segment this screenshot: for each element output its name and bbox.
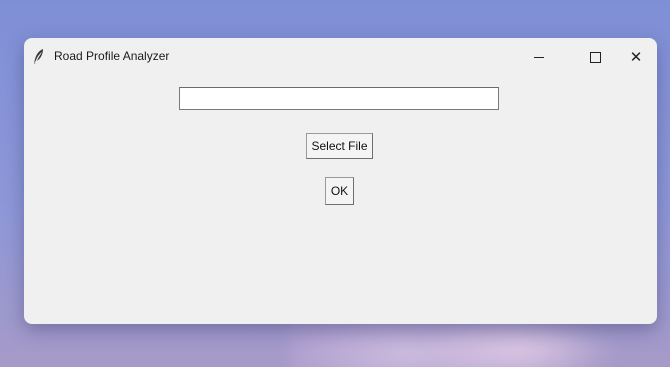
- feather-icon: [32, 48, 46, 66]
- close-icon: ✕: [629, 47, 643, 66]
- desktop-background: Road Profile Analyzer ✕ Select File OK: [0, 0, 670, 367]
- app-window: Road Profile Analyzer ✕ Select File OK: [24, 38, 657, 324]
- close-button[interactable]: ✕: [613, 38, 657, 76]
- window-title: Road Profile Analyzer: [54, 49, 170, 63]
- file-path-input[interactable]: [179, 87, 499, 110]
- select-file-button[interactable]: Select File: [306, 133, 373, 159]
- maximize-icon: [589, 51, 601, 63]
- minimize-icon: [534, 56, 544, 58]
- minimize-button[interactable]: [516, 38, 562, 76]
- ok-button[interactable]: OK: [325, 177, 354, 205]
- maximize-button[interactable]: [572, 38, 618, 76]
- title-bar[interactable]: Road Profile Analyzer ✕: [24, 38, 657, 76]
